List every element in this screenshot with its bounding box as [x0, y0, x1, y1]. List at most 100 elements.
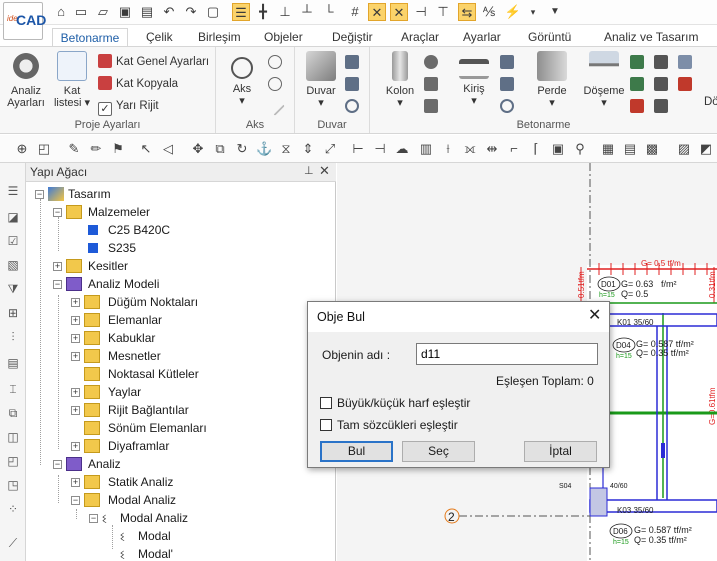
snap-point-icon[interactable]: ✕: [368, 3, 386, 21]
customize-icon[interactable]: ▼: [546, 3, 564, 21]
ortho-icon[interactable]: ╋: [254, 3, 272, 21]
join-icon[interactable]: ⟗: [462, 141, 478, 157]
diagram-icon[interactable]: ⫶: [5, 329, 21, 345]
lasso-icon[interactable]: ◁: [160, 141, 176, 157]
list-icon[interactable]: ☰: [5, 183, 21, 199]
split-icon[interactable]: ⟊: [440, 141, 456, 157]
beam-tool-3-icon[interactable]: [500, 99, 514, 113]
line-axis-icon[interactable]: [265, 96, 285, 116]
copy-icon[interactable]: ⧉: [212, 141, 228, 157]
trim-icon[interactable]: ⇆: [458, 3, 476, 21]
extend-icon[interactable]: ⊣: [372, 141, 388, 157]
save-icon[interactable]: ▣: [116, 3, 134, 21]
circle-axis-icon[interactable]: [268, 55, 282, 69]
slab-tool-5-icon[interactable]: [654, 77, 668, 91]
slab-tool-2-icon[interactable]: [630, 77, 644, 91]
expand-icon[interactable]: +: [71, 298, 80, 307]
properties-icon[interactable]: ▧: [5, 257, 21, 273]
expand-icon[interactable]: +: [53, 262, 62, 271]
collapse-icon[interactable]: −: [71, 496, 80, 505]
close-icon[interactable]: ✕: [319, 163, 330, 179]
collapse-icon[interactable]: −: [53, 208, 62, 217]
expand-icon[interactable]: +: [71, 334, 80, 343]
tab-ayarlar[interactable]: Ayarlar: [457, 28, 507, 46]
trim-tool-icon[interactable]: ⊢: [350, 141, 366, 157]
collapse-icon[interactable]: −: [53, 280, 62, 289]
slab-tool-7-icon[interactable]: [678, 55, 692, 69]
chamfer-icon[interactable]: ⌈: [528, 141, 544, 157]
new-file-icon[interactable]: ▭: [72, 3, 90, 21]
grid-view-icon[interactable]: ▤: [622, 141, 638, 157]
marker-icon[interactable]: ⚑: [110, 141, 126, 157]
collapse-icon[interactable]: −: [89, 514, 98, 523]
perpendicular-icon[interactable]: ⊣: [412, 3, 430, 21]
whole-word-checkbox[interactable]: Tam sözcükleri eşleştir: [320, 418, 458, 432]
select-button[interactable]: Seç: [402, 441, 475, 462]
beam-tool-1-icon[interactable]: [500, 55, 514, 69]
fillet-icon[interactable]: ⌐: [506, 141, 522, 157]
wall-curve-icon[interactable]: [345, 99, 359, 113]
image-icon[interactable]: ▨: [676, 141, 692, 157]
fraction-icon[interactable]: ⅍: [480, 3, 498, 21]
layers-icon[interactable]: ☰: [232, 3, 250, 21]
slab-tool-8-icon[interactable]: [678, 77, 692, 91]
kat-kopyala-button[interactable]: Kat Kopyala: [98, 75, 178, 93]
tab-degistir[interactable]: Değiştir: [326, 28, 379, 46]
align-icon[interactable]: ┴: [298, 3, 316, 21]
do-button[interactable]: Dö: [704, 93, 717, 111]
region-icon[interactable]: ▣: [550, 141, 566, 157]
expand-icon[interactable]: +: [71, 352, 80, 361]
dropdown-icon[interactable]: ▾: [524, 3, 542, 21]
view3d-icon[interactable]: ◳: [5, 477, 21, 493]
measure-icon[interactable]: ⚲: [572, 141, 588, 157]
close-icon[interactable]: ✕: [588, 305, 601, 325]
object-name-input[interactable]: [416, 343, 598, 365]
stretch-icon[interactable]: ⇕: [300, 141, 316, 157]
wall-window-icon[interactable]: [345, 77, 359, 91]
expand-icon[interactable]: +: [71, 388, 80, 397]
section-icon[interactable]: ⌶: [5, 381, 21, 397]
cancel-button[interactable]: İptal: [524, 441, 597, 462]
move-icon[interactable]: ✥: [190, 141, 206, 157]
hatch-icon[interactable]: ▩: [644, 141, 660, 157]
arc-axis-icon[interactable]: [268, 77, 282, 91]
expand-icon[interactable]: +: [71, 478, 80, 487]
kiris-button[interactable]: Kiriş ▾: [454, 49, 494, 115]
tab-betonarme[interactable]: Betonarme: [52, 28, 128, 46]
mirror-icon[interactable]: ⧖: [278, 141, 294, 157]
find-button[interactable]: Bul: [320, 441, 393, 462]
save-all-icon[interactable]: ▤: [138, 3, 156, 21]
window-icon[interactable]: ▢: [204, 3, 222, 21]
slab-tool-1-icon[interactable]: [630, 55, 644, 69]
ruler-icon[interactable]: ⟋: [5, 535, 21, 551]
collapse-icon[interactable]: −: [35, 190, 44, 199]
undo-icon[interactable]: ↶: [160, 3, 178, 21]
tab-analiz-tasarim[interactable]: Analiz ve Tasarım: [598, 28, 704, 46]
zoom-window-icon[interactable]: ◰: [36, 141, 52, 157]
beam-tool-2-icon[interactable]: [500, 77, 514, 91]
check-icon[interactable]: ☑: [5, 233, 21, 249]
render-icon[interactable]: ◩: [698, 141, 714, 157]
layers-panel-icon[interactable]: ◪: [5, 209, 21, 225]
match-case-checkbox[interactable]: Büyük/küçük harf eşleştir: [320, 396, 470, 410]
pin-icon[interactable]: ⊥: [304, 164, 314, 177]
report-icon[interactable]: ▤: [5, 355, 21, 371]
perde-button[interactable]: Perde ▾: [532, 49, 572, 115]
intersection-icon[interactable]: ⊤: [434, 3, 452, 21]
tree-icon[interactable]: ⊞: [5, 305, 21, 321]
scale-icon[interactable]: ⤢: [322, 141, 338, 157]
anchor-icon[interactable]: ⚓: [256, 141, 272, 157]
wall-opening-icon[interactable]: [345, 55, 359, 69]
edit-icon[interactable]: ✎: [66, 141, 82, 157]
select-icon[interactable]: ↖: [138, 141, 154, 157]
bolt-icon[interactable]: ⚡: [504, 3, 522, 21]
stack-icon[interactable]: ◫: [5, 429, 21, 445]
points-icon[interactable]: ⁘: [5, 501, 21, 517]
slab-tool-6-icon[interactable]: [654, 99, 668, 113]
tab-araclar[interactable]: Araçlar: [395, 28, 445, 46]
column-base-icon[interactable]: [424, 99, 438, 113]
expand-icon[interactable]: +: [71, 316, 80, 325]
tab-birlesim[interactable]: Birleşim: [192, 28, 247, 46]
round-column-icon[interactable]: [424, 55, 438, 69]
zoom-icon[interactable]: ⊕: [14, 141, 30, 157]
